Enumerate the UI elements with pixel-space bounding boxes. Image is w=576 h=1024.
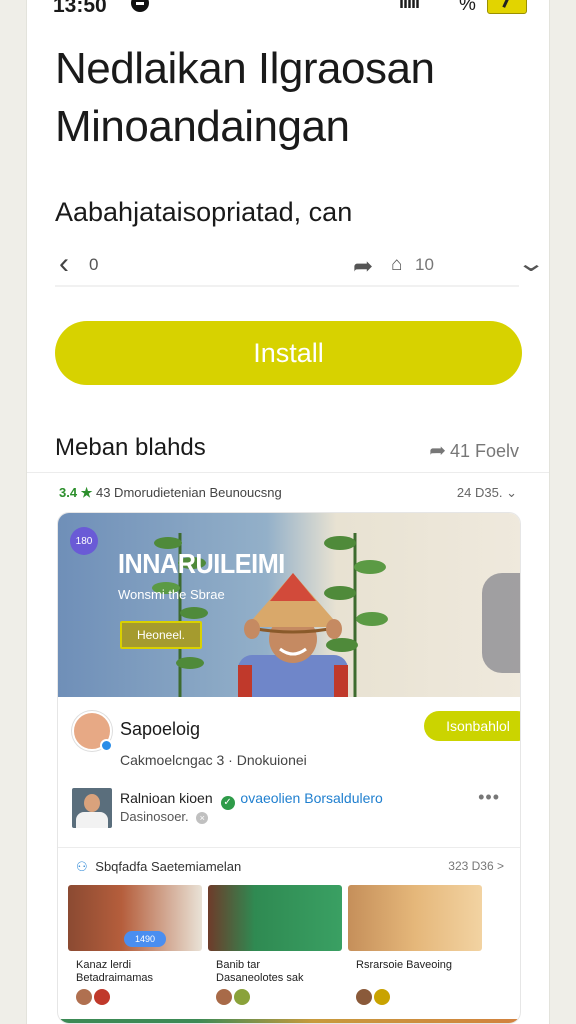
notification-icon: [131, 0, 149, 12]
star-icon: ★: [80, 485, 93, 500]
related-thumbnail: [348, 885, 482, 951]
share-icon: ➦: [429, 440, 446, 462]
related-item[interactable]: Banib tar Dasaneolotes sak: [208, 885, 342, 1013]
save-count: 10: [415, 255, 434, 274]
battery-icon: [487, 0, 527, 14]
related-item[interactable]: 1490 Kanaz lerdi Betadraimamas: [68, 885, 202, 1013]
related-subtitle: Dasaneolotes sak: [216, 972, 304, 984]
share-icon[interactable]: ➦: [353, 252, 373, 281]
avatar: [216, 989, 232, 1005]
back-count: 0: [89, 255, 99, 274]
chevron-down-icon: ⌄: [506, 485, 517, 500]
signal-icon: ıılıl: [399, 0, 420, 12]
avatar: [374, 989, 390, 1005]
banner-subtitle: Wonsmi the Sbrae: [118, 587, 225, 602]
meta-right[interactable]: 24 D35. ⌄: [457, 485, 517, 501]
publisher-description: Cakmoelcngac 3 · Dnokuionei: [120, 752, 307, 768]
status-time: 13:50: [53, 0, 107, 17]
related-heading: ⚇ Sbqfadfa Saetemiamelan: [76, 859, 241, 875]
avatar: [94, 989, 110, 1005]
wall-shadow: [482, 573, 520, 673]
commenter-avatar[interactable]: [72, 788, 112, 828]
publisher-name[interactable]: Sapoeloig: [120, 719, 200, 740]
related-title: Rsrarsoie Baveoing: [356, 959, 452, 971]
section-right-label: 41 Foelv: [449, 441, 519, 461]
banner-image[interactable]: 180 INNARUILEIMI Wonsmi the Sbrae Heonee…: [58, 513, 520, 697]
divider: [58, 847, 520, 848]
divider: [27, 472, 549, 473]
related-item[interactable]: Rsrarsoie Baveoing: [348, 885, 482, 1013]
related-more-link[interactable]: 323 D36 >: [448, 859, 504, 873]
publisher-section: Sapoeloig Isonbahlol Cakmoelcngac 3 · Dn…: [58, 697, 520, 847]
verified-icon: ✓: [220, 796, 235, 810]
chevron-down-icon[interactable]: ⌄: [516, 249, 546, 278]
comment-line: Ralnioan kioen ✓ ovaeolien Borsaldulero: [120, 790, 383, 810]
action-bar: ‹ 0 ➦ ⌂ 10 ⌄: [55, 243, 546, 287]
title-line-1: Nedlaikan Ilgraosan: [55, 44, 435, 93]
related-thumbnail: 1490: [68, 885, 202, 951]
related-heading-label: Sbqfadfa Saetemiamelan: [95, 859, 242, 874]
person-with-hat-image: [238, 573, 348, 697]
page-title: Nedlaikan Ilgraosan Minoandaingan: [55, 40, 435, 156]
people-icon: ⚇: [76, 859, 88, 874]
comment-sub-text: Dasinosoer.: [120, 809, 189, 824]
related-title: Banib tar: [216, 959, 261, 971]
rating-value: 3.4: [59, 485, 78, 500]
related-subtitle: Betadraimamas: [76, 972, 154, 984]
app-screen: 13:50 ıılıl % Nedlaikan Ilgraosan Minoan…: [26, 0, 550, 1024]
comment-link[interactable]: ovaeolien Borsaldulero: [240, 790, 382, 806]
verified-icon: [100, 739, 113, 752]
follow-button[interactable]: Isonbahlol: [424, 711, 520, 741]
section-heading: Meban blahds: [55, 434, 206, 461]
status-bar: 13:50 ıılıl %: [27, 0, 549, 20]
thumbnail-badge: 1490: [124, 931, 166, 947]
avatar: [356, 989, 372, 1005]
section-share-link[interactable]: ➦ 41 Foelv: [429, 438, 519, 463]
battery-percent: %: [459, 0, 476, 15]
meta-row: 3.4 ★ 43 Dmorudietenian Beunoucsng: [59, 485, 282, 501]
bookmark-icon[interactable]: ⌂: [391, 254, 402, 276]
plant-icon: [152, 533, 208, 697]
chevron-left-icon[interactable]: ‹: [59, 249, 69, 279]
more-options-icon[interactable]: •••: [478, 787, 500, 808]
banner-badge: 180: [70, 527, 98, 555]
avatar: [76, 989, 92, 1005]
page-subtitle: Aabahjataisopriatad, can: [55, 197, 353, 227]
title-line-2: Minoandaingan: [55, 102, 350, 151]
comment-author[interactable]: Ralnioan kioen: [120, 790, 213, 806]
post-card: 180 INNARUILEIMI Wonsmi the Sbrae Heonee…: [57, 512, 521, 1024]
close-icon[interactable]: ×: [196, 812, 209, 824]
avatar: [234, 989, 250, 1005]
meta-text: 43 Dmorudietenian Beunoucsng: [95, 485, 282, 500]
related-thumbnail: [208, 885, 342, 951]
related-title: Kanaz lerdi: [76, 959, 132, 971]
banner-button[interactable]: Heoneel.: [120, 621, 202, 649]
meta-right-label: 24 D35.: [456, 485, 503, 500]
comment-sub: Dasinosoer. ×: [120, 809, 209, 824]
next-row-preview: [58, 1019, 520, 1023]
install-button[interactable]: Install: [55, 321, 522, 385]
avatar[interactable]: [72, 711, 113, 752]
